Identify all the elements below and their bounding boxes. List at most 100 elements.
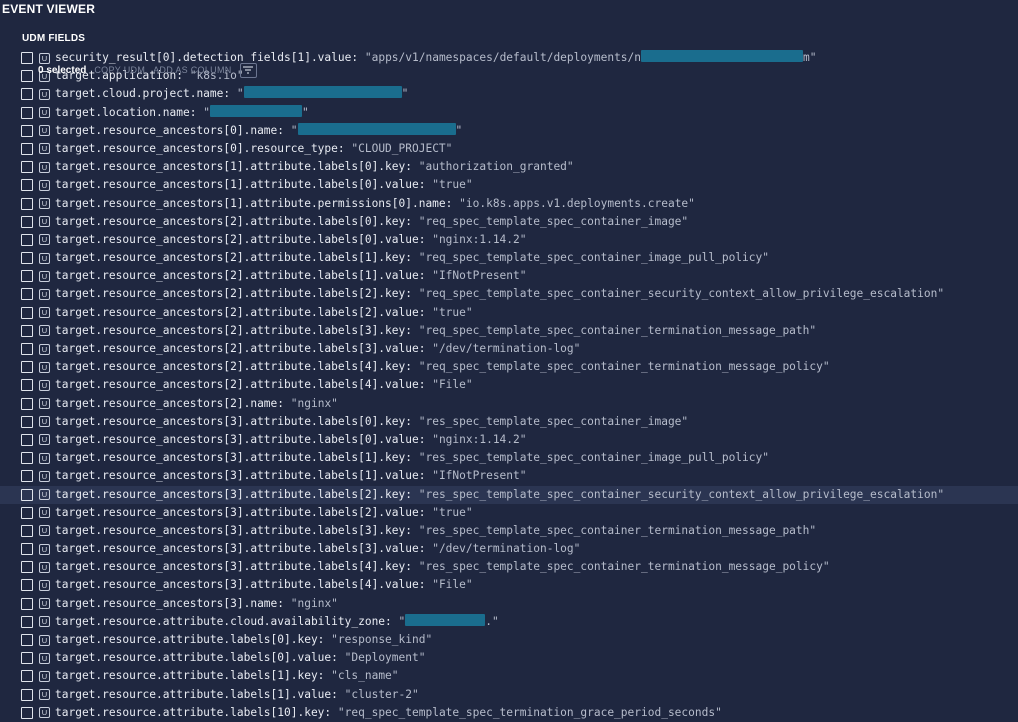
row-checkbox[interactable] (21, 343, 33, 355)
filter-icon[interactable] (239, 62, 257, 78)
udm-field-row[interactable]: Utarget.resource_ancestors[3].attribute.… (0, 467, 1018, 485)
udm-field-row[interactable]: Utarget.resource_ancestors[1].attribute.… (0, 158, 1018, 176)
udm-field-row[interactable]: Utarget.resource_ancestors[0].name: " " (0, 122, 1018, 140)
row-checkbox[interactable] (21, 106, 33, 119)
udm-field-row[interactable]: Utarget.resource.attribute.labels[0].val… (0, 649, 1018, 667)
row-checkbox[interactable] (21, 197, 33, 210)
row-checkbox[interactable] (21, 306, 33, 319)
udm-field-row[interactable]: Utarget.resource_ancestors[2].attribute.… (0, 213, 1018, 231)
udm-field-row[interactable]: Utarget.resource_ancestors[2].attribute.… (0, 322, 1018, 340)
udm-field-row[interactable]: Utarget.resource_ancestors[2].attribute.… (0, 231, 1018, 249)
row-checkbox[interactable] (21, 561, 33, 574)
row-checkbox[interactable] (21, 288, 33, 301)
udm-field-row[interactable]: Utarget.resource_ancestors[2].attribute.… (0, 249, 1018, 267)
udm-field-row[interactable]: Utarget.resource_ancestors[3].attribute.… (0, 522, 1018, 540)
udm-field-row[interactable]: Utarget.resource_ancestors[1].attribute.… (0, 176, 1018, 194)
udm-field-row[interactable]: Utarget.resource_ancestors[2].name: "ngi… (0, 395, 1018, 413)
udm-badge-icon: U (39, 198, 50, 209)
field-text: target.resource_ancestors[1].attribute.l… (55, 159, 574, 175)
udm-field-row[interactable]: Utarget.location.name: " " (0, 104, 1018, 122)
field-value: "cluster-2" (344, 687, 419, 701)
field-value-suffix: " (401, 87, 409, 101)
udm-field-row[interactable]: Utarget.resource.attribute.cloud.availab… (0, 613, 1018, 631)
field-value: "true" (432, 505, 473, 519)
add-as-column-button[interactable]: ADD AS COLUMN (153, 65, 231, 75)
row-checkbox[interactable] (21, 706, 33, 719)
row-checkbox[interactable] (21, 142, 33, 155)
udm-field-row[interactable]: Utarget.resource_ancestors[3].attribute.… (0, 504, 1018, 522)
row-checkbox[interactable] (21, 615, 33, 628)
udm-field-row[interactable]: Utarget.cloud.project.name: " " (0, 85, 1018, 103)
field-key: target.resource_ancestors[3].attribute.l… (55, 432, 426, 446)
field-key: target.resource_ancestors[3].attribute.l… (55, 523, 412, 537)
row-checkbox[interactable] (21, 270, 33, 283)
row-checkbox[interactable] (21, 324, 33, 337)
row-checkbox[interactable] (21, 452, 33, 465)
udm-field-row[interactable]: Utarget.resource_ancestors[3].name: "ngi… (0, 595, 1018, 613)
udm-field-row[interactable]: Utarget.resource_ancestors[2].attribute.… (0, 267, 1018, 285)
row-checkbox[interactable] (21, 233, 33, 246)
row-checkbox[interactable] (21, 124, 33, 137)
udm-badge-icon: U (39, 288, 50, 300)
field-value: "nginx:1.14.2" (432, 232, 527, 246)
redacted-value (641, 50, 804, 62)
row-checkbox[interactable] (21, 361, 33, 374)
row-checkbox[interactable] (21, 597, 33, 610)
field-text: target.resource.attribute.labels[10].key… (55, 705, 722, 721)
udm-field-row[interactable]: Utarget.resource.attribute.labels[1].val… (0, 686, 1018, 704)
row-checkbox[interactable] (21, 179, 33, 192)
row-checkbox[interactable] (21, 506, 33, 519)
field-text: target.resource_ancestors[3].attribute.l… (55, 468, 527, 484)
row-checkbox[interactable] (21, 379, 33, 392)
row-checkbox[interactable] (21, 252, 33, 265)
field-text: target.resource_ancestors[3].attribute.l… (55, 577, 473, 593)
field-value: "res_spec_template_spec_container_securi… (418, 487, 945, 501)
udm-field-row[interactable]: Utarget.resource_ancestors[3].attribute.… (0, 431, 1018, 449)
row-checkbox[interactable] (21, 161, 33, 174)
row-checkbox[interactable] (21, 652, 33, 665)
field-value: "req_spec_template_spec_container_termin… (418, 323, 817, 337)
row-checkbox[interactable] (21, 579, 33, 592)
udm-field-row[interactable]: Utarget.resource_ancestors[2].attribute.… (0, 285, 1018, 303)
row-checkbox[interactable] (21, 215, 33, 228)
udm-field-row[interactable]: Utarget.resource_ancestors[3].attribute.… (0, 413, 1018, 431)
udm-badge-icon: U (39, 689, 50, 701)
row-checkbox[interactable] (21, 488, 33, 501)
row-checkbox[interactable] (21, 415, 33, 428)
field-value: "cls_name" (331, 669, 399, 683)
udm-field-row[interactable]: Utarget.resource.attribute.labels[10].ke… (0, 704, 1018, 722)
udm-field-row[interactable]: Utarget.resource_ancestors[0].resource_t… (0, 140, 1018, 158)
udm-field-row[interactable]: Utarget.resource.attribute.labels[1].key… (0, 667, 1018, 685)
field-value: "res_spec_template_spec_container_termin… (418, 560, 830, 574)
row-checkbox[interactable] (21, 397, 33, 410)
row-checkbox[interactable] (21, 543, 33, 556)
udm-field-row[interactable]: Utarget.resource_ancestors[2].attribute.… (0, 340, 1018, 358)
copy-udm-button[interactable]: COPY UDM (94, 65, 145, 75)
udm-field-row[interactable]: Utarget.resource_ancestors[1].attribute.… (0, 195, 1018, 213)
field-value: "req_spec_template_spec_container_termin… (418, 360, 830, 374)
udm-field-row[interactable]: Utarget.resource_ancestors[2].attribute.… (0, 376, 1018, 394)
udm-field-row[interactable]: Utarget.resource_ancestors[2].attribute.… (0, 358, 1018, 376)
row-checkbox[interactable] (21, 670, 33, 683)
field-text: target.resource_ancestors[2].attribute.l… (55, 341, 580, 357)
field-text: target.resource_ancestors[3].attribute.l… (55, 450, 769, 466)
udm-field-row[interactable]: Utarget.resource_ancestors[3].attribute.… (0, 449, 1018, 467)
udm-field-row[interactable]: Utarget.resource_ancestors[3].attribute.… (0, 485, 1018, 504)
udm-field-row[interactable]: Utarget.resource_ancestors[3].attribute.… (0, 576, 1018, 594)
udm-badge-icon: U (39, 707, 50, 719)
udm-field-row[interactable]: Utarget.resource_ancestors[2].attribute.… (0, 304, 1018, 322)
field-text: target.resource_ancestors[1].attribute.p… (55, 196, 695, 212)
udm-field-row[interactable]: Utarget.resource.attribute.labels[0].key… (0, 631, 1018, 649)
row-checkbox[interactable] (21, 88, 33, 101)
row-checkbox[interactable] (21, 634, 33, 646)
row-checkbox[interactable] (21, 433, 33, 446)
udm-field-row[interactable]: Utarget.resource_ancestors[3].attribute.… (0, 558, 1018, 576)
row-checkbox[interactable] (21, 470, 33, 483)
field-value: "/dev/termination-log" (432, 342, 581, 355)
udm-field-row[interactable]: Utarget.resource_ancestors[3].attribute.… (0, 540, 1018, 558)
field-text: target.resource_ancestors[2].attribute.l… (55, 232, 527, 248)
field-text: target.resource_ancestors[0].name: " " (55, 122, 462, 139)
row-checkbox[interactable] (21, 524, 33, 537)
row-checkbox[interactable] (21, 688, 33, 701)
udm-badge-icon: U (39, 325, 50, 337)
